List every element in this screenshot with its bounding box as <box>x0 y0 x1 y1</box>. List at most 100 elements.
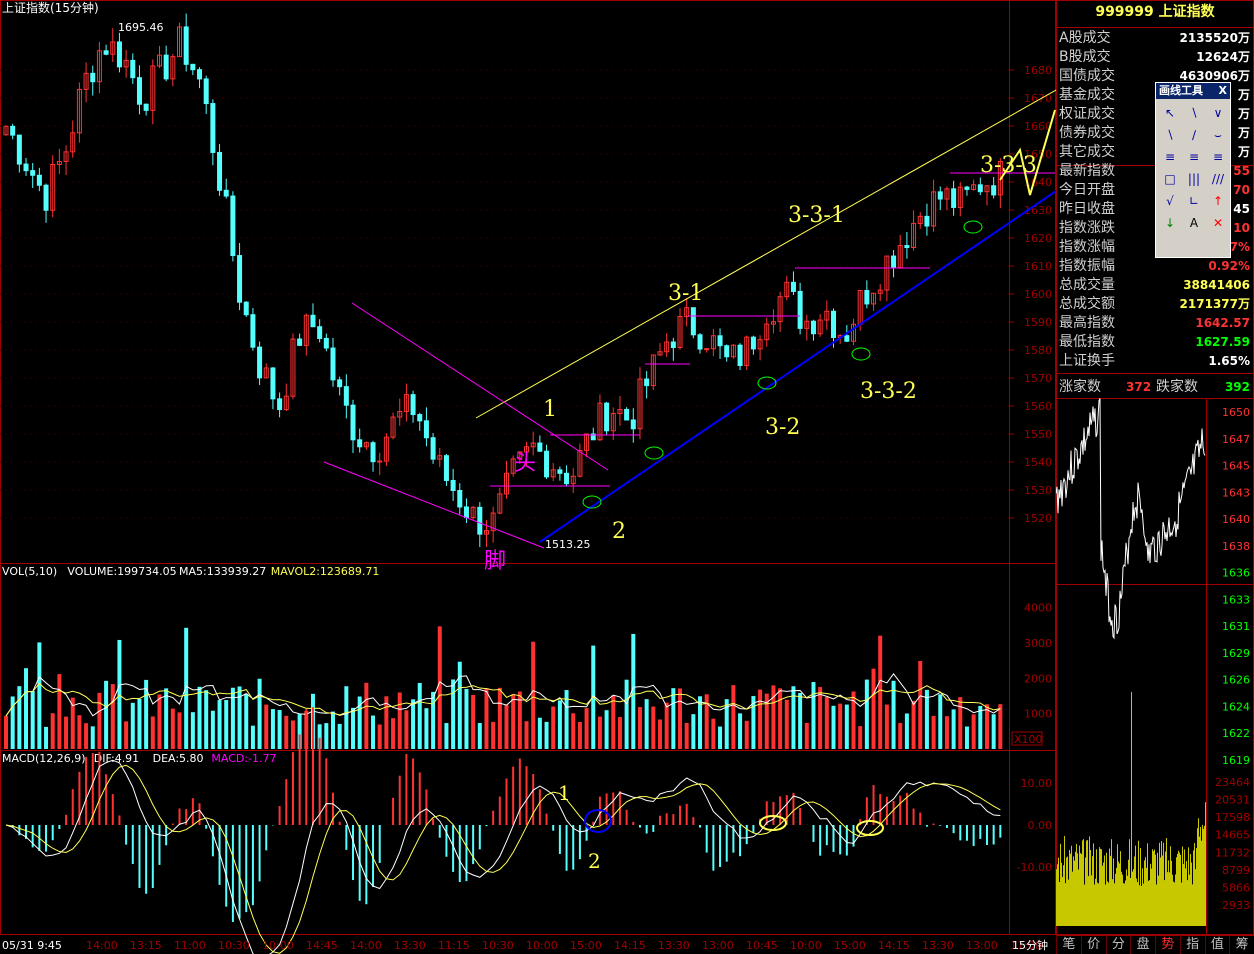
arc-tool-icon[interactable]: ⌣ <box>1207 125 1229 145</box>
tab-5[interactable]: 指 <box>1179 935 1205 954</box>
tick-vol-bar <box>1130 877 1131 926</box>
macd-bar <box>792 792 795 825</box>
tick-vol-bar <box>1098 883 1099 926</box>
tab-1[interactable]: 价 <box>1080 935 1106 954</box>
channel-tool-icon[interactable]: ≡ <box>1159 147 1181 167</box>
candle-body <box>991 185 997 196</box>
candle-body <box>463 506 469 519</box>
candle-body <box>830 310 836 338</box>
volume-bar <box>264 704 269 749</box>
tab-3[interactable]: 盘 <box>1130 935 1155 954</box>
quote-value: 2135520万 <box>1179 31 1250 45</box>
tick-vol-bar <box>1202 824 1203 926</box>
volume-bar <box>571 713 576 749</box>
macd-bar <box>638 825 641 828</box>
volume-bar <box>230 687 235 749</box>
candle-body <box>790 281 796 292</box>
tick-vol-bar <box>1175 874 1176 926</box>
volume-bar <box>998 704 1003 749</box>
tick-vol-bar <box>1148 880 1149 926</box>
tick-vol-bar <box>1153 851 1154 926</box>
macd-bar <box>679 805 682 825</box>
macd-bar <box>632 821 635 825</box>
quote-key: 其它成交 <box>1059 144 1115 160</box>
quote-value: 0.92% <box>1208 259 1250 273</box>
tick-vol-bar <box>1142 868 1143 926</box>
tick-vol-bar <box>1129 839 1130 926</box>
chart-canvas[interactable]: 上证指数(15分钟) 1520 1530 1540 1550 1560 1570 1580 15… <box>0 0 1056 954</box>
macd-bar <box>311 707 314 825</box>
ray-tool-icon[interactable]: ∖ <box>1159 125 1181 145</box>
wave-annotation: 脚 <box>484 549 506 574</box>
macd-bar <box>965 825 968 841</box>
volume-header-text: MAVOL2:123689.71 <box>271 565 380 578</box>
x-axis-label: 14:15 <box>614 939 646 952</box>
speed-line-tool-icon[interactable]: √ <box>1159 191 1181 211</box>
tab-2[interactable]: 分 <box>1105 935 1131 954</box>
candle-body <box>417 414 423 422</box>
candle-body <box>143 103 149 111</box>
wave-annotation: 3-1 <box>668 281 703 306</box>
cursor-tool-icon[interactable]: ↖ <box>1159 103 1181 123</box>
volume-bar <box>30 690 35 749</box>
candle-body <box>203 78 209 105</box>
quote-key: 总成交量 <box>1059 277 1115 293</box>
macd-bar <box>258 825 261 882</box>
tick-vol-bar <box>1199 836 1200 926</box>
tick-vol-bar <box>1160 857 1161 926</box>
tick-vol-bar <box>1195 869 1196 926</box>
fan-tool-icon[interactable]: ∟ <box>1183 191 1205 211</box>
tab-6[interactable]: 值 <box>1204 935 1230 954</box>
volume-bar <box>477 723 482 749</box>
gann-tool-icon[interactable]: /// <box>1207 169 1229 189</box>
macd-annotation: 1 <box>558 781 571 805</box>
tick-vol-bar <box>1086 840 1087 926</box>
rect-tool-icon[interactable]: □ <box>1159 169 1181 189</box>
tick-vol-bar <box>1119 863 1120 926</box>
candle-body <box>544 450 550 478</box>
tick-vol-bar <box>1156 884 1157 926</box>
down-arrow-icon[interactable]: ↓ <box>1159 213 1181 233</box>
volume-bar <box>177 712 182 749</box>
fib-tool-icon[interactable]: ≡ <box>1207 147 1229 167</box>
macd-bar <box>952 825 955 834</box>
candle-body <box>43 184 49 211</box>
text-tool-icon[interactable]: A <box>1183 213 1205 233</box>
cycle-tool-icon[interactable]: ||| <box>1183 169 1205 189</box>
tools-title-bar[interactable]: 画线工具 X <box>1156 83 1230 99</box>
tick-vol-bar <box>1095 878 1096 926</box>
close-icon[interactable]: X <box>1219 83 1227 99</box>
tick-vol-bar <box>1111 839 1112 926</box>
delete-tool-icon[interactable]: ✕ <box>1207 213 1229 233</box>
candle-body <box>103 50 109 55</box>
quote-key: B股成交 <box>1059 49 1111 65</box>
volume-bar <box>324 723 329 749</box>
up-arrow-icon[interactable]: ↑ <box>1207 191 1229 211</box>
percent-line-tool-icon[interactable]: ≡ <box>1183 147 1205 167</box>
y-tick-label: 1670 <box>1024 92 1052 105</box>
macd-bar <box>518 758 521 825</box>
tab-0[interactable]: 笔 <box>1056 935 1081 954</box>
polyline-tool-icon[interactable]: ∨ <box>1207 103 1229 123</box>
y-tick-label: 1600 <box>1024 288 1052 301</box>
tick-vol-bar <box>1120 851 1121 926</box>
volume-bar <box>911 700 916 749</box>
tick-vol-bar <box>1190 854 1191 926</box>
chart-title: 上证指数(15分钟) <box>2 0 99 15</box>
parallel-tool-icon[interactable]: ∕ <box>1183 125 1205 145</box>
macd-bar <box>839 825 842 855</box>
tools-grid: ↖ ∖ ∨ ∖ ∕ ⌣ ≡ ≡ ≡ □ ||| /// √ ∟ ↑ ↓ A ✕ <box>1156 99 1230 237</box>
macd-y-label: 0.00 <box>1028 819 1053 832</box>
volume-bar <box>784 699 789 749</box>
volume-bar <box>971 714 976 749</box>
tick-y-label: 1619 <box>1222 754 1250 767</box>
line-tool-icon[interactable]: ∖ <box>1183 103 1205 123</box>
candle-body <box>243 301 249 316</box>
drawing-tools-palette[interactable]: 画线工具 X ↖ ∖ ∨ ∖ ∕ ⌣ ≡ ≡ ≡ □ ||| /// √ ∟ ↑ … <box>1155 82 1231 258</box>
tab-4[interactable]: 势 <box>1155 935 1180 954</box>
volume-bar <box>778 688 783 749</box>
tab-7[interactable]: 筹 <box>1229 935 1254 954</box>
tick-vol-bar <box>1074 860 1075 926</box>
tick-vol-bar <box>1183 864 1184 926</box>
candle-body <box>377 460 383 463</box>
